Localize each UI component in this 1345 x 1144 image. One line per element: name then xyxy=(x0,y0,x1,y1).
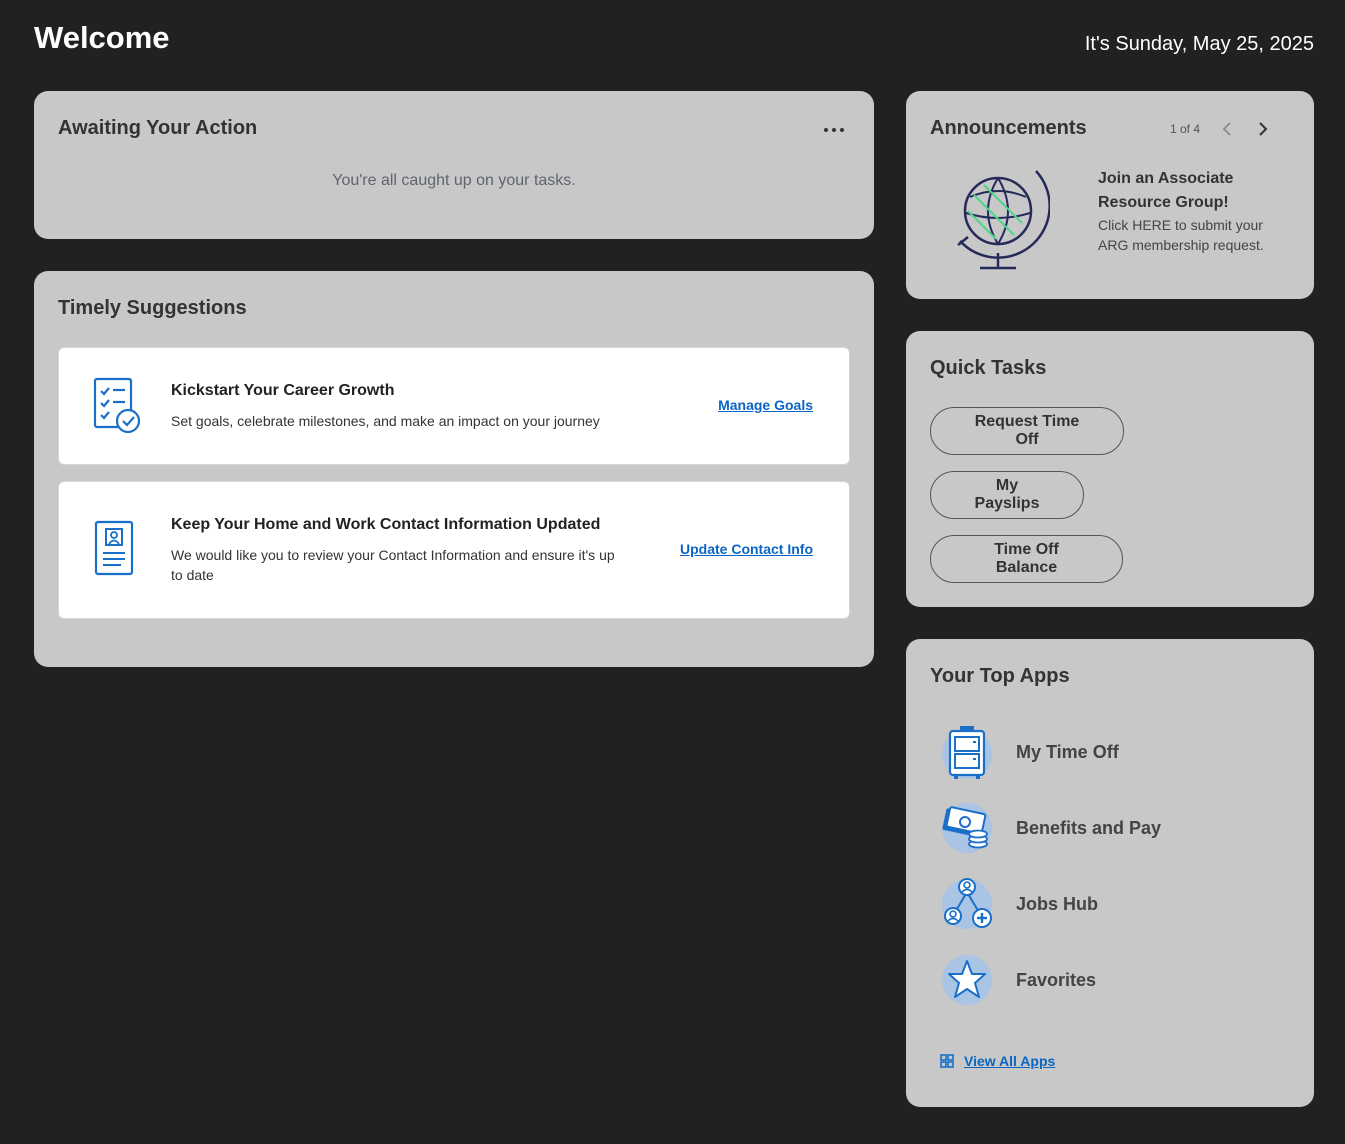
announcement-title[interactable]: Join an Associate Resource Group! xyxy=(1098,167,1288,215)
announcement-body: Click HERE to submit your ARG membership… xyxy=(1098,217,1264,253)
app-label: Favorites xyxy=(1016,969,1097,990)
checklist-icon xyxy=(93,377,141,434)
next-button[interactable] xyxy=(1254,120,1272,138)
empty-tasks-message: You're all caught up on your tasks. xyxy=(332,172,576,189)
more-options-button[interactable] xyxy=(824,125,844,135)
star-icon xyxy=(942,955,992,1005)
chevron-left-icon xyxy=(1222,122,1231,136)
date-text: It's Sunday, May 25, 2025 xyxy=(1084,33,1314,55)
contact-card-icon xyxy=(94,520,134,576)
suggestion-description: Set goals, celebrate milestones, and mak… xyxy=(171,413,600,429)
request-time-off-button[interactable]: Request Time Off xyxy=(930,407,1124,455)
money-icon xyxy=(942,803,992,853)
page-title: Welcome xyxy=(34,20,170,55)
announcements-title: Announcements xyxy=(930,117,1087,139)
grid-icon xyxy=(940,1054,954,1068)
dot-icon xyxy=(824,128,828,132)
app-label: Benefits and Pay xyxy=(1016,817,1162,838)
globe-icon[interactable] xyxy=(954,167,1050,275)
app-benefits-and-pay[interactable]: Benefits and Pay xyxy=(940,800,1161,856)
my-payslips-button[interactable]: My Payslips xyxy=(930,471,1084,519)
suggestion-title: Keep Your Home and Work Contact Informat… xyxy=(171,516,601,533)
pager-count: 1 of 4 xyxy=(1169,122,1200,136)
top-apps-card: Your Top Apps My Time Off Benefits and P… xyxy=(906,639,1314,1107)
awaiting-action-card: Awaiting Your Action You're all caught u… xyxy=(34,91,874,239)
luggage-icon xyxy=(942,726,992,779)
announcements-card: Announcements 1 of 4 Join an Associate R… xyxy=(906,91,1314,299)
top-apps-title: Your Top Apps xyxy=(930,665,1070,687)
app-label: Jobs Hub xyxy=(1016,893,1099,914)
dot-icon xyxy=(840,128,844,132)
quick-tasks-title: Quick Tasks xyxy=(930,357,1047,379)
timely-suggestions-card: Timely Suggestions Kickstart Your Career… xyxy=(34,271,874,667)
people-network-icon xyxy=(942,878,992,929)
chevron-right-icon xyxy=(1259,122,1268,136)
view-all-apps-label: View All Apps xyxy=(964,1053,1056,1069)
suggestion-title: Kickstart Your Career Growth xyxy=(171,382,395,399)
quick-tasks-card: Quick Tasks Request Time Off My Payslips… xyxy=(906,331,1314,607)
app-label: My Time Off xyxy=(1016,741,1119,762)
dot-icon xyxy=(832,128,836,132)
view-all-apps-link[interactable]: View All Apps xyxy=(940,1053,1055,1069)
timely-suggestions-title: Timely Suggestions xyxy=(58,297,247,319)
manage-goals-link[interactable]: Manage Goals xyxy=(718,397,813,413)
announcements-pager: 1 of 4 xyxy=(1170,120,1272,138)
update-contact-info-link[interactable]: Update Contact Info xyxy=(680,541,813,557)
app-jobs-hub[interactable]: Jobs Hub xyxy=(940,876,1098,932)
previous-button[interactable] xyxy=(1218,120,1236,138)
time-off-balance-button[interactable]: Time Off Balance xyxy=(930,535,1123,583)
suggestion-description: We would like you to review your Contact… xyxy=(171,547,615,583)
app-my-time-off[interactable]: My Time Off xyxy=(940,724,1119,780)
suggestion-item: Keep Your Home and Work Contact Informat… xyxy=(58,481,850,619)
app-favorites[interactable]: Favorites xyxy=(940,952,1096,1008)
awaiting-action-title: Awaiting Your Action xyxy=(58,117,258,139)
suggestion-item: Kickstart Your Career Growth Set goals, … xyxy=(58,347,850,465)
